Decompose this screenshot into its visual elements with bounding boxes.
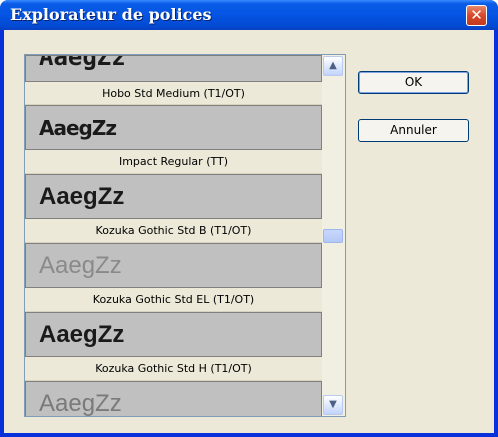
window-border-right — [494, 30, 498, 437]
font-preview: AaegZz — [25, 55, 322, 82]
font-name: Hobo Std Medium (T1/OT) — [25, 82, 322, 105]
font-preview-text: AaegZz — [39, 252, 122, 279]
font-preview: AaegZz — [25, 105, 322, 150]
close-button[interactable]: ✕ — [466, 5, 487, 26]
font-list[interactable]: AaegZz Hobo Std Medium (T1/OT) AaegZz Im… — [24, 54, 346, 417]
window-border-bottom — [0, 433, 498, 437]
font-preview: AaegZz — [25, 243, 322, 288]
font-preview-text: AaegZz — [39, 390, 122, 416]
font-name: Kozuka Gothic Std EL (T1/OT) — [25, 288, 322, 312]
font-preview-text: AaegZz — [39, 55, 126, 71]
font-name: Impact Regular (TT) — [25, 150, 322, 174]
font-item-kozuka-h[interactable]: AaegZz Kozuka Gothic Std H (T1/OT) — [25, 312, 322, 381]
cancel-button[interactable]: Annuler — [358, 119, 469, 142]
font-preview: AaegZz — [25, 174, 322, 219]
scroll-up-button[interactable]: ▲ — [323, 56, 343, 76]
chevron-up-icon: ▲ — [329, 60, 337, 71]
font-list-items: AaegZz Hobo Std Medium (T1/OT) AaegZz Im… — [25, 55, 322, 416]
font-name: Kozuka Gothic Std B (T1/OT) — [25, 219, 322, 243]
font-item-partial[interactable]: AaegZz — [25, 381, 322, 416]
font-item-hobo[interactable]: AaegZz Hobo Std Medium (T1/OT) — [25, 55, 322, 105]
window-title: Explorateur de polices — [10, 5, 212, 24]
font-item-impact[interactable]: AaegZz Impact Regular (TT) — [25, 105, 322, 174]
font-preview: AaegZz — [25, 381, 322, 416]
title-bar[interactable]: Explorateur de polices ✕ — [0, 0, 498, 30]
vertical-scrollbar[interactable]: ▲ ▼ — [322, 55, 345, 416]
scroll-thumb[interactable] — [323, 229, 343, 243]
font-name: Kozuka Gothic Std H (T1/OT) — [25, 357, 322, 381]
font-preview-text: AaegZz — [39, 116, 117, 140]
dialog-body: AaegZz Hobo Std Medium (T1/OT) AaegZz Im… — [4, 30, 494, 433]
font-preview-text: AaegZz — [39, 183, 125, 210]
close-icon: ✕ — [470, 6, 483, 24]
font-preview-text: AaegZz — [39, 321, 125, 348]
font-item-kozuka-b[interactable]: AaegZz Kozuka Gothic Std B (T1/OT) — [25, 174, 322, 243]
ok-button[interactable]: OK — [358, 71, 469, 94]
font-preview: AaegZz — [25, 312, 322, 357]
font-item-kozuka-el[interactable]: AaegZz Kozuka Gothic Std EL (T1/OT) — [25, 243, 322, 312]
scroll-down-button[interactable]: ▼ — [323, 395, 343, 415]
chevron-down-icon: ▼ — [329, 399, 337, 410]
font-explorer-dialog: Explorateur de polices ✕ AaegZz Hobo Std… — [0, 0, 498, 437]
